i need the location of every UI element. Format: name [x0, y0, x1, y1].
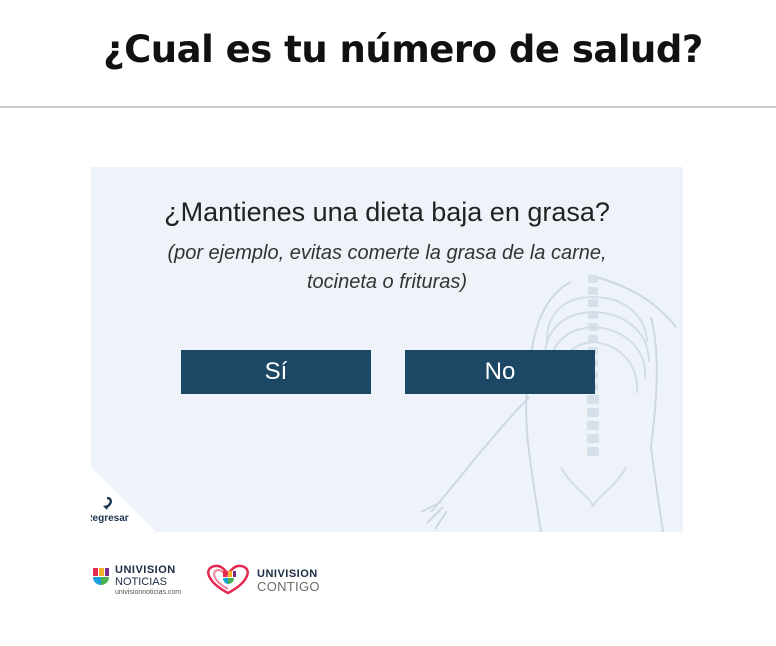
contigo-heart-icon [207, 564, 249, 595]
noticias-brand-name: UNIVISION [115, 564, 176, 576]
page-header: ¿Cual es tu número de salud? [0, 0, 776, 108]
univision-u-icon [93, 568, 109, 585]
question-hint: (por ejemplo, evitas comerte la grasa de… [167, 242, 607, 293]
answer-no-button[interactable]: No [405, 350, 595, 394]
contigo-brand-sub: CONTIGO [257, 579, 320, 594]
univision-noticias-logo[interactable]: UNIVISION NOTICIAS univisionnoticias.com [91, 562, 199, 600]
back-button[interactable]: Regresar [91, 497, 135, 524]
page-title: ¿Cual es tu número de salud? [103, 28, 703, 71]
quiz-card: ¿Mantienes una dieta baja en grasa? (por… [91, 167, 683, 532]
question-text: ¿Mantienes una dieta baja en grasa? [164, 197, 610, 227]
univision-contigo-logo[interactable]: UNIVISION CONTIGO [201, 562, 326, 600]
back-label: Regresar [91, 513, 129, 524]
back-arrow-icon [103, 497, 112, 510]
footer-logos: UNIVISION NOTICIAS univisionnoticias.com… [91, 562, 331, 602]
answer-yes-button[interactable]: Sí [181, 350, 371, 394]
page: ¿Cual es tu número de salud? ¿Mantienes … [0, 0, 776, 646]
noticias-brand-sub: NOTICIAS [115, 576, 167, 588]
noticias-brand-url: univisionnoticias.com [115, 589, 182, 596]
